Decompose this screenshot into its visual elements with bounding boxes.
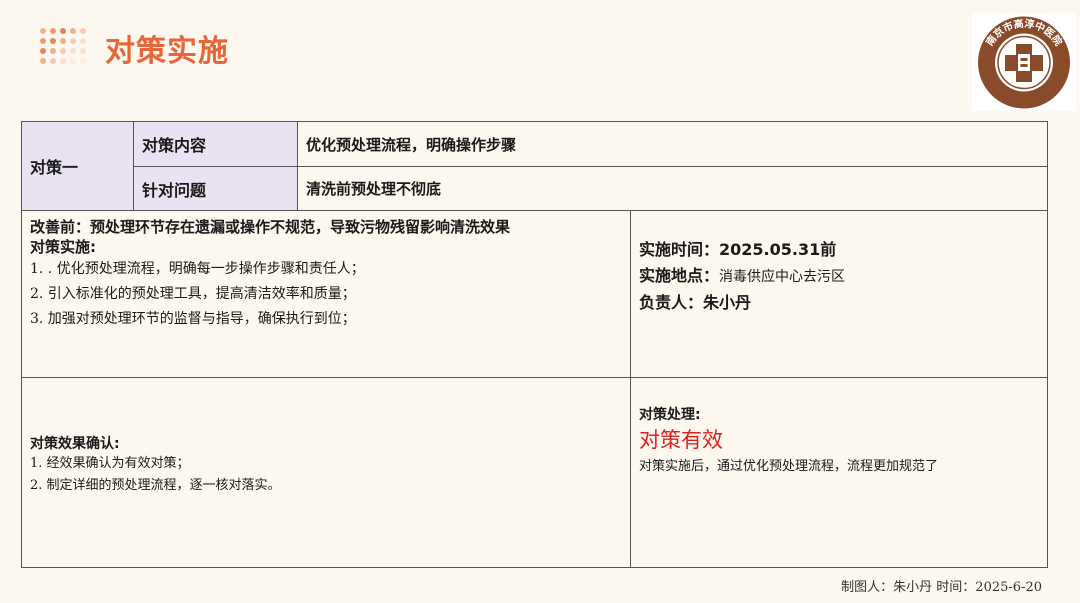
time-value: 2025.05.31前	[719, 240, 837, 259]
place-value: 消毒供应中心去污区	[719, 269, 846, 285]
footer-credit: 制图人：朱小丹 时间：2025-6-20	[841, 580, 1042, 595]
handle-heading: 对策处理:	[639, 407, 701, 423]
hospital-seal-logo: 南京市高淳中医院	[972, 14, 1076, 111]
handle-description: 对策实施后，通过优化预处理流程，流程更加规范了	[639, 459, 939, 474]
measure-label: 对策一	[21, 121, 134, 211]
list-item: 2. 制定详细的预处理流程，逐一核对落实。	[30, 478, 281, 493]
implementation-info: 实施时间：2025.05.31前 实施地点：消毒供应中心去污区 负责人：朱小丹	[629, 210, 1049, 378]
effect-status: 对策有效	[639, 428, 723, 452]
list-item: 1. . 优化预处理流程，明确每一步操作步骤和责任人；	[30, 261, 365, 277]
handle-block: 对策处理: 对策有效 对策实施后，通过优化预处理流程，流程更加规范了	[629, 377, 1049, 568]
confirm-heading: 对策效果确认:	[30, 436, 120, 452]
implementation-block: 改善前：预处理环节存在遗漏或操作不规范，导致污物残留影响清洗效果 对策实施: 1…	[21, 210, 631, 378]
list-item: 1. 经效果确认为有效对策；	[30, 456, 190, 471]
before-text: 改善前：预处理环节存在遗漏或操作不规范，导致污物残留影响清洗效果	[30, 218, 511, 236]
measure-table: 对策一 对策内容 优化预处理流程，明确操作步骤 针对问题 清洗前预处理不彻底 改…	[21, 121, 1049, 568]
problem-value: 清洗前预处理不彻底	[296, 166, 1049, 211]
list-item: 3. 加强对预处理环节的监督与指导，确保执行到位；	[30, 311, 356, 327]
decorative-dots-icon	[40, 28, 86, 64]
place-label: 实施地点：	[639, 266, 720, 285]
content-value: 优化预处理流程，明确操作步骤	[296, 121, 1049, 167]
problem-key: 针对问题	[133, 166, 298, 211]
owner-value: 朱小丹	[703, 293, 752, 312]
time-label: 实施时间：	[639, 240, 720, 259]
page-title: 对策实施	[105, 34, 229, 69]
content-key: 对策内容	[133, 121, 298, 167]
confirm-block: 对策效果确认: 1. 经效果确认为有效对策； 2. 制定详细的预处理流程，逐一核…	[21, 377, 631, 568]
list-item: 2. 引入标准化的预处理工具，提高清洁效率和质量；	[30, 286, 356, 302]
owner-label: 负责人：	[639, 293, 704, 312]
impl-heading: 对策实施:	[30, 238, 96, 256]
